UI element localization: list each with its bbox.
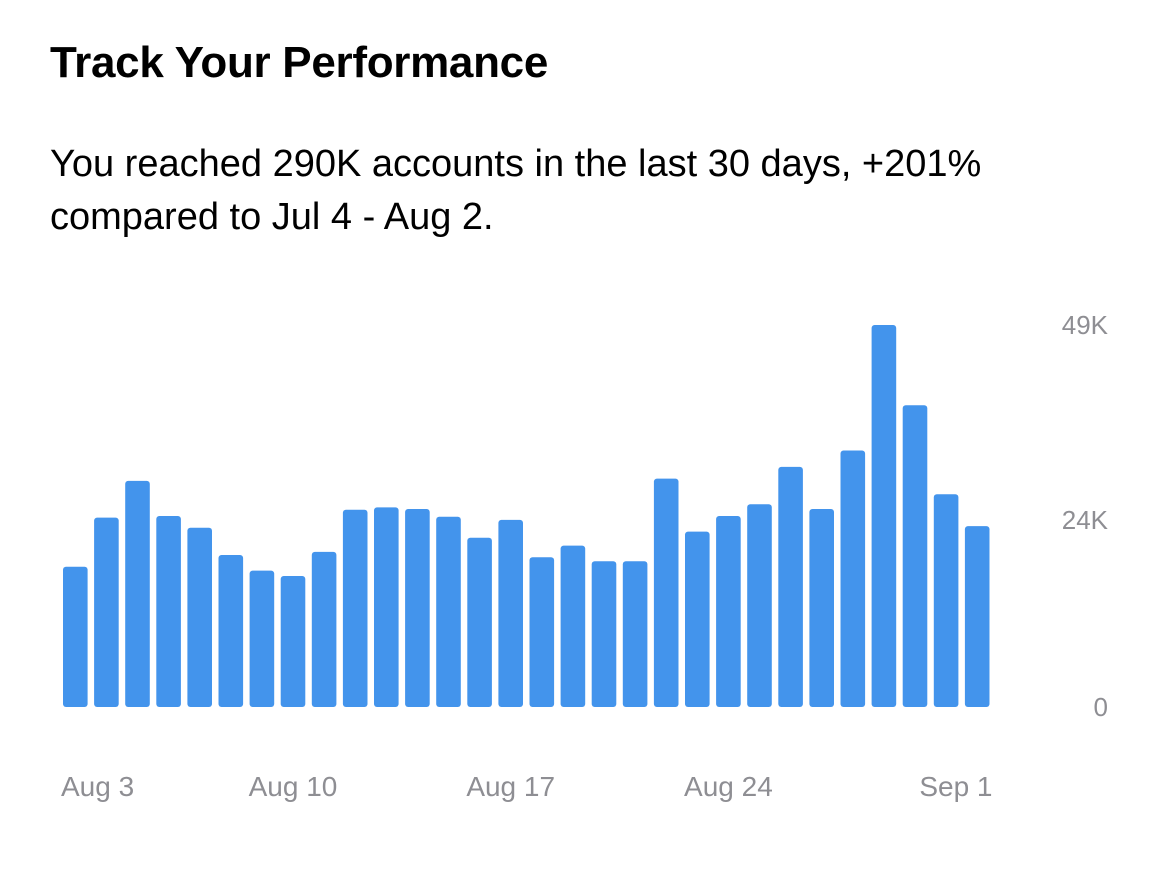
bar-aug-11 xyxy=(311,551,337,707)
bar-aug-10 xyxy=(280,576,306,707)
x-tick-label: Sep 1 xyxy=(919,771,992,802)
bar-aug-23 xyxy=(685,531,710,707)
bar-aug-7 xyxy=(187,527,212,707)
bar-aug-6 xyxy=(156,516,181,707)
bars-group xyxy=(63,325,990,707)
bar-aug-17 xyxy=(498,519,523,707)
y-tick-label: 24K xyxy=(1062,505,1109,535)
bar-aug-29 xyxy=(871,325,897,707)
bar-aug-19 xyxy=(560,545,586,707)
x-tick-label: Aug 17 xyxy=(466,771,555,802)
x-tick-label: Aug 24 xyxy=(684,771,773,802)
bar-aug-18 xyxy=(529,557,555,707)
bar-sep-1 xyxy=(964,526,990,707)
y-axis-ticks: 49K 24K 0 xyxy=(1062,310,1109,722)
bar-aug-21 xyxy=(622,561,648,707)
y-tick-label: 0 xyxy=(1094,692,1108,722)
bar-aug-13 xyxy=(374,507,399,707)
bar-aug-3 xyxy=(63,566,88,707)
bar-aug-15 xyxy=(436,516,461,707)
x-tick-label: Aug 10 xyxy=(249,771,338,802)
bar-aug-12 xyxy=(342,509,368,707)
reach-bar-chart: 49K 24K 0 Aug 3 Aug 10 Aug 17 Aug 24 Sep 1 xyxy=(61,310,1109,802)
bar-aug-30 xyxy=(902,405,928,707)
bar-aug-4 xyxy=(94,517,119,707)
bar-aug-16 xyxy=(467,537,492,707)
bar-aug-8 xyxy=(218,555,244,707)
x-tick-label: Aug 3 xyxy=(61,771,134,802)
bar-aug-26 xyxy=(778,466,803,707)
bar-aug-20 xyxy=(591,561,617,707)
y-tick-label: 49K xyxy=(1062,310,1109,340)
bar-aug-14 xyxy=(405,509,430,707)
bar-aug-9 xyxy=(249,570,275,707)
bar-aug-28 xyxy=(840,450,866,707)
bar-aug-31 xyxy=(933,494,959,707)
bar-aug-22 xyxy=(653,478,679,707)
bar-aug-5 xyxy=(125,480,150,707)
bar-aug-27 xyxy=(809,509,834,707)
bar-aug-24 xyxy=(716,516,741,707)
x-axis-ticks: Aug 3 Aug 10 Aug 17 Aug 24 Sep 1 xyxy=(61,771,993,802)
bar-aug-25 xyxy=(747,504,772,707)
